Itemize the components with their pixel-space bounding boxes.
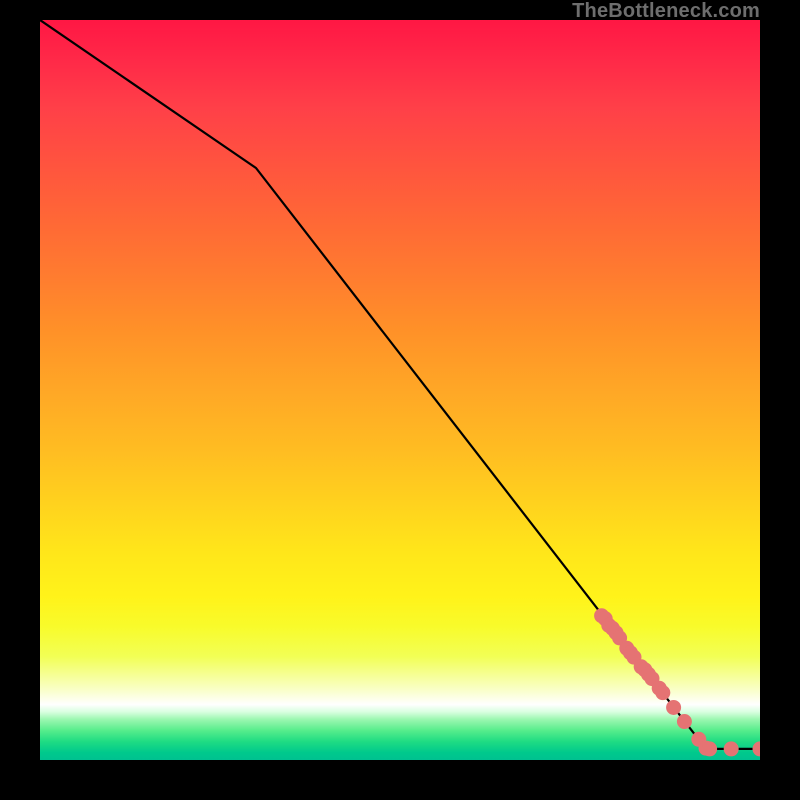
chart-frame: TheBottleneck.com <box>0 0 800 800</box>
data-point <box>666 700 681 715</box>
plot-area <box>40 20 760 760</box>
highlighted-points-group <box>594 608 760 756</box>
data-point <box>724 741 739 756</box>
chart-svg <box>40 20 760 760</box>
data-point <box>655 685 670 700</box>
data-point <box>702 741 717 756</box>
metric-curve-line <box>40 20 760 749</box>
data-point <box>753 741 761 756</box>
data-point <box>677 714 692 729</box>
